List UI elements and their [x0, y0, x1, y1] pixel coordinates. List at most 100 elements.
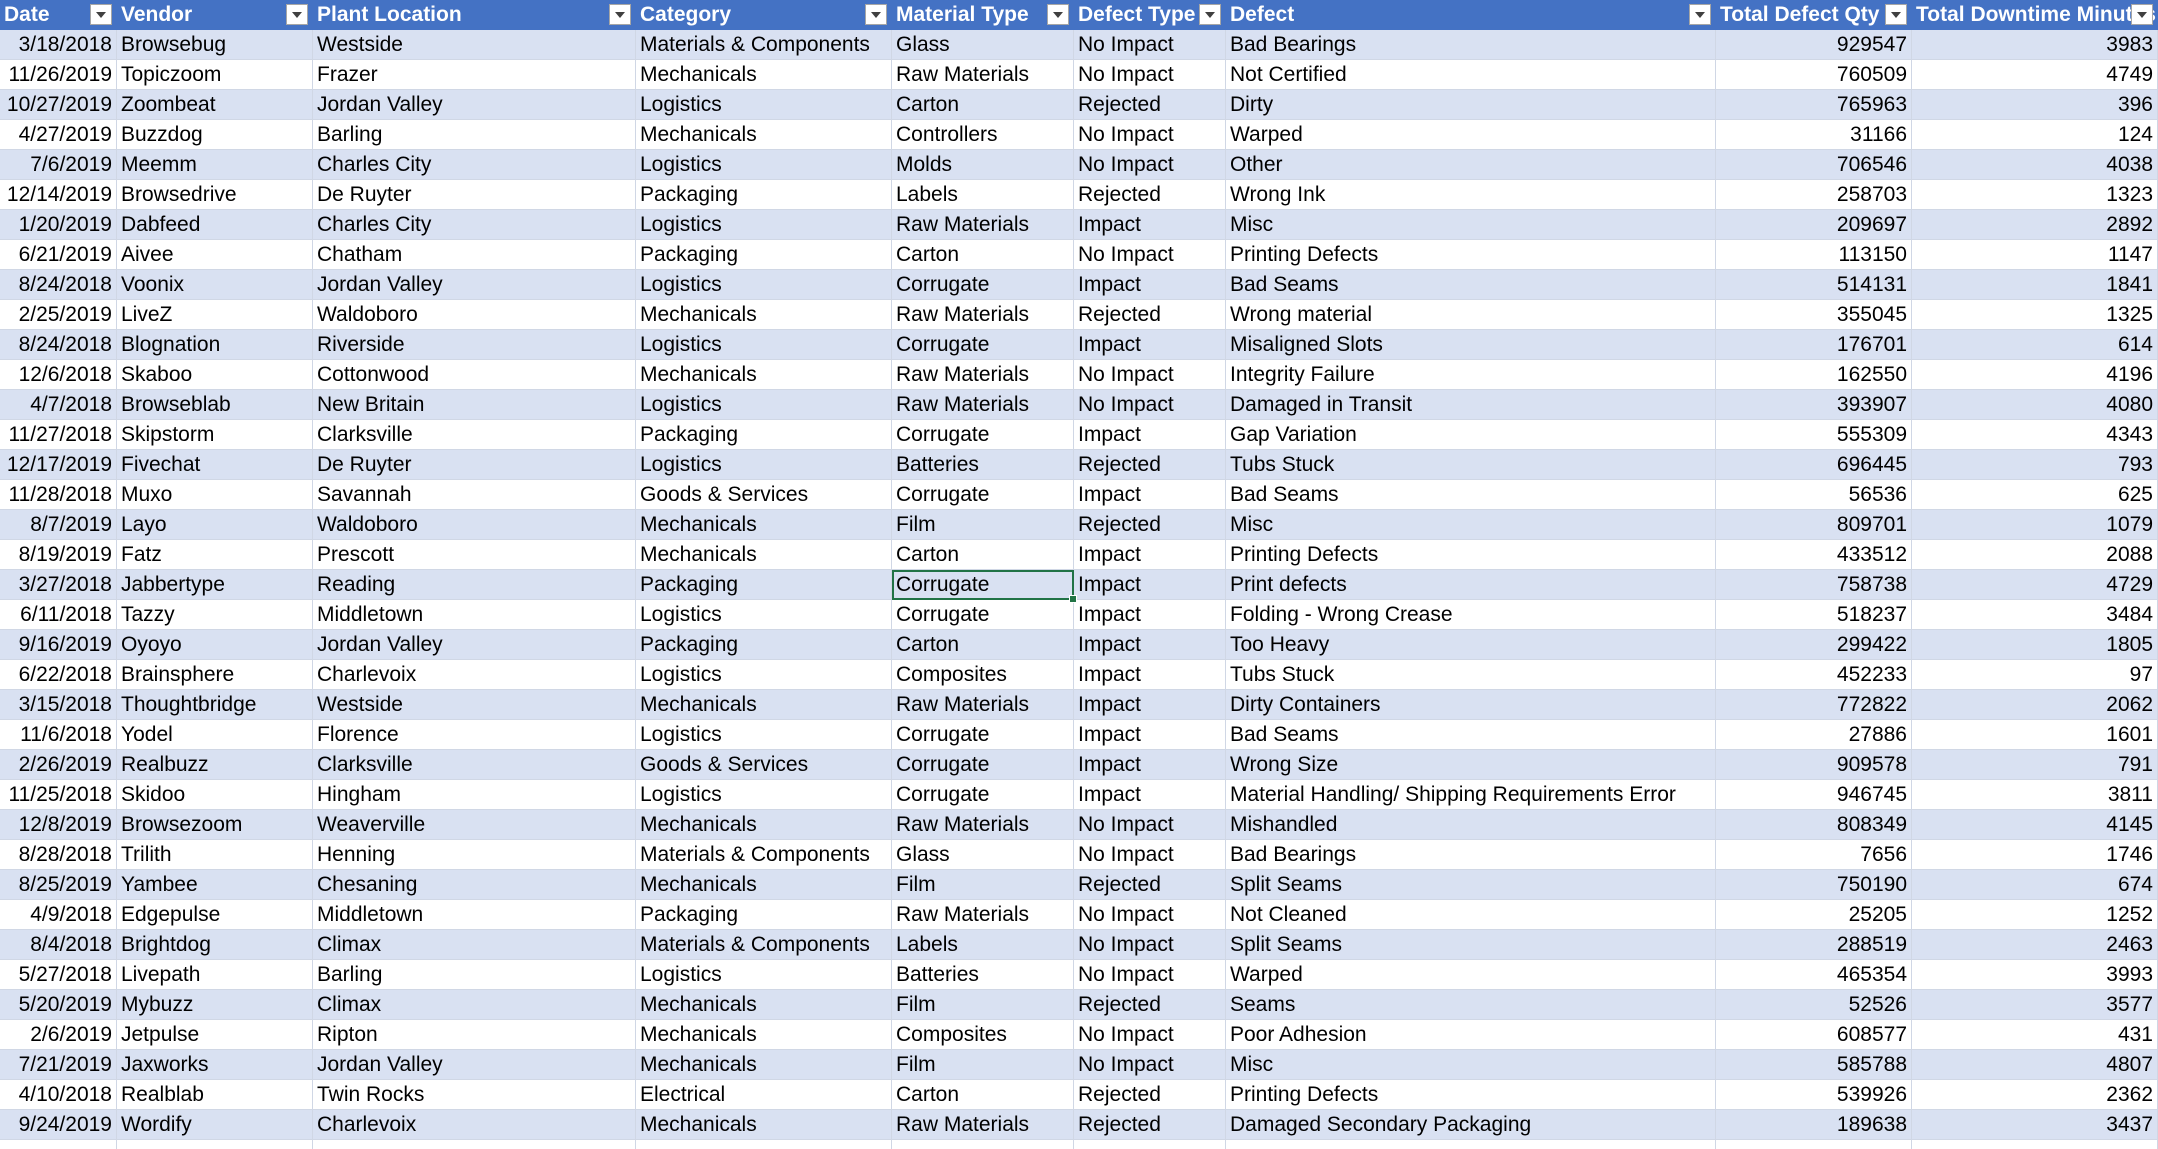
cell-plant-location[interactable]: Charlevoix: [313, 1110, 636, 1140]
cell-category[interactable]: Logistics: [636, 600, 892, 630]
cell-total-downtime-minutes[interactable]: 3437: [1912, 1110, 2158, 1140]
cell-total-downtime-minutes[interactable]: 2088: [1912, 540, 2158, 570]
cell-defect[interactable]: Dirty: [1226, 90, 1716, 120]
cell-total-downtime-minutes[interactable]: 396: [1912, 90, 2158, 120]
cell-plant-location[interactable]: Frazer: [313, 60, 636, 90]
cell-defect[interactable]: Other: [1226, 150, 1716, 180]
cell-defect-type[interactable]: No Impact: [1074, 810, 1226, 840]
cell-total-defect-qty[interactable]: 706546: [1716, 150, 1912, 180]
cell-vendor[interactable]: Trilith: [117, 840, 313, 870]
cell-plant-location[interactable]: Jordan Valley: [313, 1050, 636, 1080]
cell-defect-type[interactable]: No Impact: [1074, 60, 1226, 90]
cell-vendor[interactable]: Meemm: [117, 150, 313, 180]
cell-date[interactable]: 11/6/2018: [0, 720, 117, 750]
cell-plant-location[interactable]: Ripton: [313, 1020, 636, 1050]
cell-category[interactable]: Mechanicals: [636, 810, 892, 840]
cell-date[interactable]: 3/18/2018: [0, 30, 117, 60]
cell-material-type[interactable]: Carton: [892, 240, 1074, 270]
cell-defect[interactable]: Tubs Stuck: [1226, 660, 1716, 690]
cell-category[interactable]: Mechanicals: [636, 510, 892, 540]
cell-date[interactable]: 4/27/2019: [0, 120, 117, 150]
cell-vendor[interactable]: Jetpulse: [117, 1020, 313, 1050]
cell-material-type[interactable]: Raw Materials: [892, 210, 1074, 240]
cell-defect[interactable]: Folding - Wrong Crease: [1226, 600, 1716, 630]
cell-date[interactable]: 8/4/2018: [0, 930, 117, 960]
cell-total-downtime-minutes[interactable]: 1079: [1912, 510, 2158, 540]
cell-material-type[interactable]: Raw Materials: [892, 900, 1074, 930]
cell-date[interactable]: 8/19/2019: [0, 540, 117, 570]
cell-defect-type[interactable]: Impact: [1074, 330, 1226, 360]
cell-total-downtime-minutes[interactable]: 1746: [1912, 840, 2158, 870]
cell-defect-type[interactable]: No Impact: [1074, 120, 1226, 150]
cell-total-defect-qty[interactable]: 27886: [1716, 720, 1912, 750]
cell-material-type[interactable]: Composites: [892, 1020, 1074, 1050]
cell-vendor[interactable]: Yambee: [117, 870, 313, 900]
cell-total-downtime-minutes[interactable]: 674: [1912, 870, 2158, 900]
cell-vendor[interactable]: [117, 1140, 313, 1149]
cell-total-defect-qty[interactable]: 518237: [1716, 600, 1912, 630]
cell-total-downtime-minutes[interactable]: 2463: [1912, 930, 2158, 960]
cell-date[interactable]: 6/11/2018: [0, 600, 117, 630]
cell-defect[interactable]: Misc: [1226, 510, 1716, 540]
cell-date[interactable]: 1/20/2019: [0, 210, 117, 240]
cell-category[interactable]: Packaging: [636, 630, 892, 660]
cell-total-downtime-minutes[interactable]: 1147: [1912, 240, 2158, 270]
cell-total-defect-qty[interactable]: 31166: [1716, 120, 1912, 150]
cell-defect[interactable]: Not Cleaned: [1226, 900, 1716, 930]
cell-total-downtime-minutes[interactable]: 2362: [1912, 1080, 2158, 1110]
cell-total-downtime-minutes[interactable]: 3577: [1912, 990, 2158, 1020]
cell-material-type[interactable]: Carton: [892, 540, 1074, 570]
cell-defect[interactable]: Bad Seams: [1226, 270, 1716, 300]
cell-total-defect-qty[interactable]: 809701: [1716, 510, 1912, 540]
cell-vendor[interactable]: Buzzdog: [117, 120, 313, 150]
cell-defect[interactable]: Bad Seams: [1226, 720, 1716, 750]
cell-category[interactable]: Logistics: [636, 780, 892, 810]
cell-total-downtime-minutes[interactable]: 793: [1912, 450, 2158, 480]
cell-plant-location[interactable]: Savannah: [313, 480, 636, 510]
cell-total-downtime-minutes[interactable]: 97: [1912, 660, 2158, 690]
cell-defect-type[interactable]: Impact: [1074, 600, 1226, 630]
filter-dropdown-button[interactable]: [609, 4, 631, 25]
fill-handle[interactable]: [1069, 595, 1077, 603]
cell-defect[interactable]: Wrong Size: [1226, 750, 1716, 780]
cell-defect-type[interactable]: Impact: [1074, 540, 1226, 570]
cell-plant-location[interactable]: Climax: [313, 990, 636, 1020]
cell-defect-type[interactable]: Impact: [1074, 780, 1226, 810]
cell-defect-type[interactable]: Impact: [1074, 720, 1226, 750]
cell-defect[interactable]: [1226, 1140, 1716, 1149]
cell-date[interactable]: 6/22/2018: [0, 660, 117, 690]
cell-total-defect-qty[interactable]: 608577: [1716, 1020, 1912, 1050]
cell-date[interactable]: 11/25/2018: [0, 780, 117, 810]
cell-total-defect-qty[interactable]: 758738: [1716, 570, 1912, 600]
cell-defect[interactable]: Damaged Secondary Packaging: [1226, 1110, 1716, 1140]
cell-total-defect-qty[interactable]: 929547: [1716, 30, 1912, 60]
cell-material-type[interactable]: Composites: [892, 660, 1074, 690]
cell-vendor[interactable]: Browseblab: [117, 390, 313, 420]
filter-dropdown-button[interactable]: [1885, 4, 1907, 25]
cell-vendor[interactable]: LiveZ: [117, 300, 313, 330]
cell-plant-location[interactable]: Climax: [313, 930, 636, 960]
cell-date[interactable]: 3/27/2018: [0, 570, 117, 600]
filter-dropdown-button[interactable]: [286, 4, 308, 25]
cell-material-type[interactable]: Film: [892, 870, 1074, 900]
cell-vendor[interactable]: Fivechat: [117, 450, 313, 480]
cell-material-type[interactable]: Raw Materials: [892, 360, 1074, 390]
cell-total-downtime-minutes[interactable]: 791: [1912, 750, 2158, 780]
cell-date[interactable]: 3/15/2018: [0, 690, 117, 720]
cell-plant-location[interactable]: Hingham: [313, 780, 636, 810]
cell-total-downtime-minutes[interactable]: 1325: [1912, 300, 2158, 330]
cell-date[interactable]: 5/27/2018: [0, 960, 117, 990]
cell-category[interactable]: Materials & Components: [636, 30, 892, 60]
cell-total-defect-qty[interactable]: 113150: [1716, 240, 1912, 270]
cell-total-defect-qty[interactable]: 514131: [1716, 270, 1912, 300]
cell-total-downtime-minutes[interactable]: 3811: [1912, 780, 2158, 810]
cell-material-type[interactable]: Corrugate: [892, 270, 1074, 300]
cell-total-defect-qty[interactable]: 452233: [1716, 660, 1912, 690]
cell-material-type[interactable]: Raw Materials: [892, 810, 1074, 840]
cell-vendor[interactable]: Wordify: [117, 1110, 313, 1140]
cell-defect[interactable]: Misaligned Slots: [1226, 330, 1716, 360]
cell-vendor[interactable]: Thoughtbridge: [117, 690, 313, 720]
cell-vendor[interactable]: Layo: [117, 510, 313, 540]
cell-defect-type[interactable]: Impact: [1074, 690, 1226, 720]
cell-category[interactable]: Logistics: [636, 660, 892, 690]
